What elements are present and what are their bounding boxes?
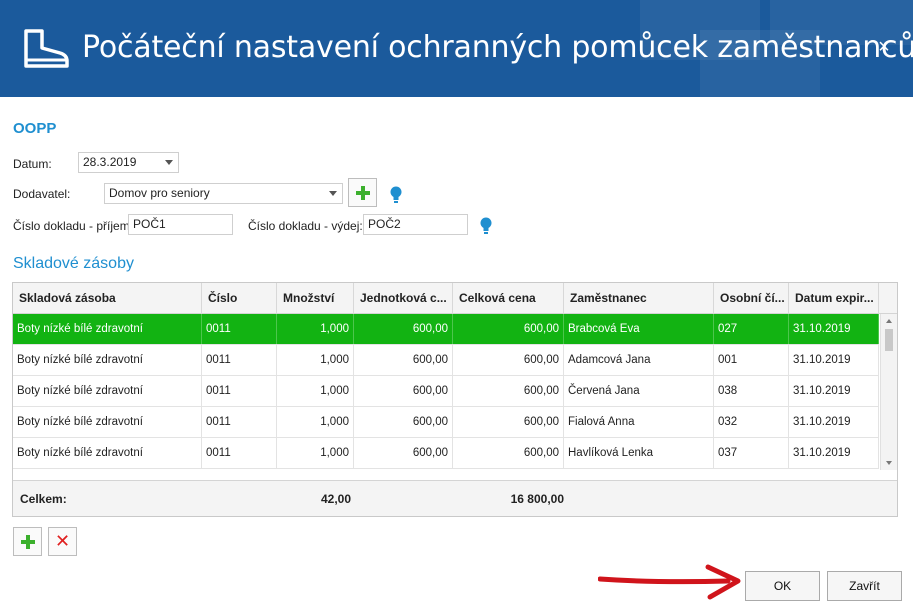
close-button[interactable]: Zavřít xyxy=(827,571,902,601)
cell-celkova[interactable]: 600,00 xyxy=(453,314,564,344)
cell-celkova[interactable]: 600,00 xyxy=(453,345,564,375)
column-header[interactable]: Celková cena xyxy=(453,283,564,314)
cell-zamestnanec[interactable]: Adamcová Jana xyxy=(564,345,714,375)
section-heading-sklad: Skladové zásoby xyxy=(13,255,134,272)
cell-datum[interactable]: 31.10.2019 xyxy=(789,438,879,468)
dodavatel-combo[interactable]: Domov pro seniory xyxy=(104,183,343,204)
cell-jednotkova[interactable]: 600,00 xyxy=(354,438,453,468)
chevron-down-icon[interactable] xyxy=(165,160,173,165)
cell-jednotkova[interactable]: 600,00 xyxy=(354,407,453,437)
total-celkova: 16 800,00 xyxy=(510,492,564,506)
doklad-prijem-input[interactable]: POČ1 xyxy=(128,214,233,235)
cell-cislo[interactable]: 0011 xyxy=(202,438,277,468)
table-row[interactable] xyxy=(13,469,879,470)
lightbulb-icon[interactable] xyxy=(480,217,492,235)
cell-celkova[interactable]: 600,00 xyxy=(453,438,564,468)
cell-jednotkova[interactable]: 600,00 xyxy=(354,376,453,406)
doklad-prijem-value: POČ1 xyxy=(133,217,166,231)
doklad-vydej-value: POČ2 xyxy=(368,217,401,231)
column-header[interactable]: Datum expir... xyxy=(789,283,879,314)
total-label: Celkem: xyxy=(20,492,67,506)
cell-zasoba[interactable]: Boty nízké bílé zdravotní xyxy=(13,407,202,437)
cell-zamestnanec[interactable]: Fialová Anna xyxy=(564,407,714,437)
column-header[interactable]: Osobní čí... xyxy=(714,283,789,314)
cell-zamestnanec[interactable]: Brabcová Eva xyxy=(564,314,714,344)
cell-cislo[interactable]: 0011 xyxy=(202,407,277,437)
grid-header: Skladová zásoba Číslo Množství Jednotkov… xyxy=(13,283,897,314)
cell-datum[interactable]: 31.10.2019 xyxy=(789,314,879,344)
dodavatel-value: Domov pro seniory xyxy=(109,186,210,200)
cell-jednotkova[interactable]: 600,00 xyxy=(354,345,453,375)
dialog-header: Počáteční nastavení ochranných pomůcek z… xyxy=(0,0,913,97)
cell-zamestnanec[interactable]: Červená Jana xyxy=(564,376,714,406)
cell-jednotkova[interactable]: 600,00 xyxy=(354,314,453,344)
datum-label: Datum: xyxy=(13,157,52,171)
dodavatel-label: Dodavatel: xyxy=(13,187,71,201)
x-icon: ✕ xyxy=(54,530,71,552)
cell-mnozstvi[interactable]: 1,000 xyxy=(277,407,354,437)
cell-osobni[interactable]: 032 xyxy=(714,407,789,437)
section-heading-oopp: OOPP xyxy=(13,120,57,137)
cell-cislo[interactable]: 0011 xyxy=(202,345,277,375)
cell-zasoba[interactable]: Boty nízké bílé zdravotní xyxy=(13,438,202,468)
add-row-button[interactable] xyxy=(13,527,42,556)
add-dodavatel-button[interactable] xyxy=(348,178,377,207)
table-row[interactable]: Boty nízké bílé zdravotní 0011 1,000 600,00… xyxy=(13,314,879,345)
table-row[interactable]: Boty nízké bílé zdravotní 0011 1,000 600,00… xyxy=(13,376,879,407)
cell-datum[interactable]: 31.10.2019 xyxy=(789,345,879,375)
cell-zamestnanec[interactable]: Havlíková Lenka xyxy=(564,438,714,468)
grid-footer: Celkem: 42,00 16 800,00 xyxy=(13,480,897,516)
datum-value: 28.3.2019 xyxy=(83,155,137,169)
cell-mnozstvi[interactable]: 1,000 xyxy=(277,438,354,468)
chevron-down-icon[interactable] xyxy=(329,191,337,196)
column-header[interactable]: Zaměstnanec xyxy=(564,283,714,314)
cell-datum[interactable]: 31.10.2019 xyxy=(789,376,879,406)
cell-osobni[interactable]: 038 xyxy=(714,376,789,406)
red-arrow-icon xyxy=(598,564,741,600)
scroll-up-icon[interactable] xyxy=(886,319,892,323)
dialog-title: Počáteční nastavení ochranných pomůcek z… xyxy=(82,30,913,65)
cell-osobni[interactable]: 027 xyxy=(714,314,789,344)
plus-icon xyxy=(20,534,35,549)
table-row[interactable]: Boty nízké bílé zdravotní 0011 1,000 600,00… xyxy=(13,407,879,438)
table-row[interactable]: Boty nízké bílé zdravotní 0011 1,000 600,00… xyxy=(13,345,879,376)
cell-celkova[interactable]: 600,00 xyxy=(453,376,564,406)
datum-picker[interactable]: 28.3.2019 xyxy=(78,152,179,173)
total-mnozstvi: 42,00 xyxy=(320,492,351,506)
column-header[interactable]: Skladová zásoba xyxy=(13,283,202,314)
lightbulb-icon[interactable] xyxy=(390,186,402,204)
cell-mnozstvi[interactable]: 1,000 xyxy=(277,345,354,375)
cell-zasoba[interactable]: Boty nízké bílé zdravotní xyxy=(13,314,202,344)
cell-osobni[interactable]: 037 xyxy=(714,438,789,468)
doklad-vydej-input[interactable]: POČ2 xyxy=(363,214,468,235)
column-header[interactable]: Jednotková c... xyxy=(354,283,453,314)
cell-cislo[interactable]: 0011 xyxy=(202,314,277,344)
cell-datum[interactable]: 31.10.2019 xyxy=(789,407,879,437)
ok-button[interactable]: OK xyxy=(745,571,820,601)
cell-osobni[interactable]: 001 xyxy=(714,345,789,375)
scroll-down-icon[interactable] xyxy=(886,461,892,465)
cell-celkova[interactable]: 600,00 xyxy=(453,407,564,437)
remove-row-button[interactable]: ✕ xyxy=(48,527,77,556)
column-header[interactable]: Množství xyxy=(277,283,354,314)
doklad-prijem-label: Číslo dokladu - příjem: xyxy=(13,219,134,233)
cell-zasoba[interactable]: Boty nízké bílé zdravotní xyxy=(13,345,202,375)
boot-icon xyxy=(24,29,69,68)
cell-mnozstvi[interactable]: 1,000 xyxy=(277,314,354,344)
close-icon[interactable]: × xyxy=(875,37,893,57)
cell-mnozstvi[interactable]: 1,000 xyxy=(277,376,354,406)
table-row[interactable]: Boty nízké bílé zdravotní 0011 1,000 600,00… xyxy=(13,438,879,469)
column-header[interactable]: Číslo xyxy=(202,283,277,314)
plus-icon xyxy=(355,185,370,200)
stock-grid: Skladová zásoba Číslo Množství Jednotkov… xyxy=(12,282,898,517)
vertical-scrollbar[interactable] xyxy=(880,314,897,470)
scroll-thumb[interactable] xyxy=(885,329,893,351)
cell-cislo[interactable]: 0011 xyxy=(202,376,277,406)
cell-zasoba[interactable]: Boty nízké bílé zdravotní xyxy=(13,376,202,406)
doklad-vydej-label: Číslo dokladu - výdej: xyxy=(248,219,363,233)
grid-rows: Boty nízké bílé zdravotní 0011 1,000 600,00… xyxy=(13,314,879,470)
